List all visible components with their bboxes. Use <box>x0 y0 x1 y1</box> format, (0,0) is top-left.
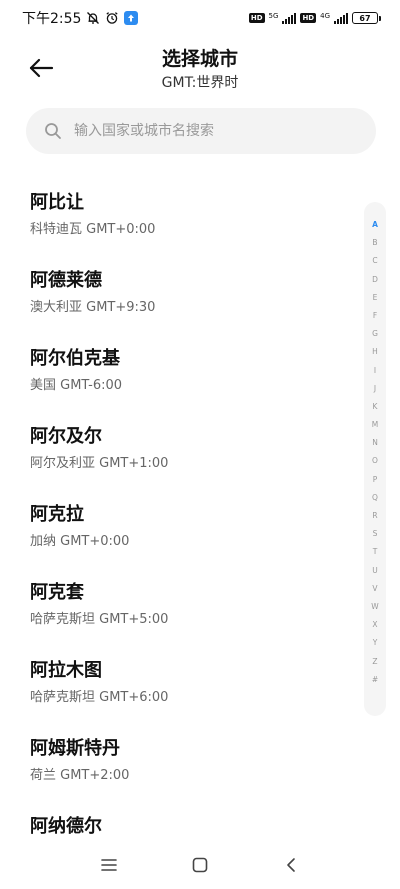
city-name: 阿克套 <box>30 582 84 603</box>
alphabet-index[interactable]: A B C D E F G H I J K M N O P Q R S T U V W X Y Z # <box>364 202 386 716</box>
battery-icon: 67 <box>352 12 381 24</box>
app-notification-icon <box>124 11 139 25</box>
alphabet-letter-b[interactable]: B <box>364 234 386 252</box>
alphabet-letter-w[interactable]: W <box>364 598 386 616</box>
city-item-amsterdam[interactable]: 阿姆斯特丹 荷兰 GMT+2:00 <box>30 734 350 804</box>
alphabet-letter-j[interactable]: J <box>364 380 386 398</box>
network-5g-label: 5G <box>268 12 279 20</box>
alphabet-letter-t[interactable]: T <box>364 543 386 561</box>
city-name: 阿克拉 <box>30 504 84 525</box>
city-detail: 科特迪瓦 GMT+0:00 <box>30 222 156 237</box>
city-name: 阿比让 <box>30 192 84 213</box>
city-detail: 荷兰 GMT+2:00 <box>30 768 130 783</box>
alphabet-letter-h[interactable]: H <box>364 343 386 361</box>
city-detail: 阿尔及利亚 GMT+1:00 <box>30 456 169 471</box>
menu-button[interactable] <box>94 850 124 880</box>
alphabet-letter-f[interactable]: F <box>364 307 386 325</box>
chevron-left-icon <box>287 857 295 872</box>
status-right: HD 5G HD 4G 67 <box>248 12 381 24</box>
alphabet-letter-v[interactable]: V <box>364 580 386 598</box>
header: 选择城市 GMT:世界时 <box>0 36 400 100</box>
signal-strength-icon <box>282 12 297 24</box>
alphabet-letter-u[interactable]: U <box>364 562 386 580</box>
alphabet-letter-x[interactable]: X <box>364 616 386 634</box>
city-name: 阿尔及尔 <box>30 426 102 447</box>
city-name: 阿姆斯特丹 <box>30 738 120 759</box>
city-item-accra[interactable]: 阿克拉 加纳 GMT+0:00 <box>30 500 350 570</box>
alphabet-letter-r[interactable]: R <box>364 507 386 525</box>
city-item-albuquerque[interactable]: 阿尔伯克基 美国 GMT-6:00 <box>30 344 350 414</box>
status-left: 下午2:55 <box>22 8 139 28</box>
navigation-bar <box>0 840 400 889</box>
alphabet-letter-c[interactable]: C <box>364 252 386 270</box>
home-icon <box>192 857 208 872</box>
home-button[interactable] <box>185 850 215 880</box>
city-detail: 加纳 GMT+0:00 <box>30 534 130 549</box>
city-detail: 澳大利亚 GMT+9:30 <box>30 300 156 315</box>
city-item-almaty[interactable]: 阿拉木图 哈萨克斯坦 GMT+6:00 <box>30 656 350 726</box>
city-name: 阿尔伯克基 <box>30 348 120 369</box>
alphabet-letter-k[interactable]: K <box>364 398 386 416</box>
nav-back-button[interactable] <box>276 850 306 880</box>
hd-badge-2: HD <box>300 13 317 23</box>
alphabet-letter-z[interactable]: Z <box>364 653 386 671</box>
mute-bell-icon <box>86 11 100 25</box>
alphabet-letter-d[interactable]: D <box>364 271 386 289</box>
alarm-clock-icon <box>105 11 119 25</box>
city-item-aktau[interactable]: 阿克套 哈萨克斯坦 GMT+5:00 <box>30 578 350 648</box>
city-name: 阿德莱德 <box>30 270 102 291</box>
alphabet-letter-i[interactable]: I <box>364 362 386 380</box>
page-title: 选择城市 <box>161 48 238 70</box>
hd-badge-1: HD <box>248 13 265 23</box>
city-item-anadyr[interactable]: 阿纳德尔 <box>30 812 350 840</box>
alphabet-letter-g[interactable]: G <box>364 325 386 343</box>
alphabet-letter-n[interactable]: N <box>364 434 386 452</box>
alphabet-letter-m[interactable]: M <box>364 416 386 434</box>
city-name: 阿拉木图 <box>30 660 102 681</box>
select-city-screen: 下午2:55 HD 5G HD 4G 67 选择城市 GMT:世界时 输入国家或… <box>0 0 400 889</box>
battery-level: 67 <box>359 13 371 23</box>
alphabet-letter-q[interactable]: Q <box>364 489 386 507</box>
city-detail: 哈萨克斯坦 GMT+6:00 <box>30 690 169 705</box>
status-bar: 下午2:55 HD 5G HD 4G 67 <box>0 0 400 36</box>
alphabet-letter-s[interactable]: S <box>364 525 386 543</box>
search-input[interactable] <box>72 122 356 140</box>
search-box[interactable] <box>26 108 376 154</box>
alphabet-letter-p[interactable]: P <box>364 471 386 489</box>
search-icon <box>44 122 62 140</box>
network-4g-label: 4G <box>320 12 330 20</box>
city-item-abidjan[interactable]: 阿比让 科特迪瓦 GMT+0:00 <box>30 188 350 258</box>
city-name: 阿纳德尔 <box>30 816 102 837</box>
city-detail: 美国 GMT-6:00 <box>30 378 123 393</box>
status-time: 下午2:55 <box>22 11 82 27</box>
page-subtitle: GMT:世界时 <box>161 75 239 91</box>
alphabet-letter-e[interactable]: E <box>364 289 386 307</box>
menu-icon <box>101 858 117 871</box>
city-detail: 哈萨克斯坦 GMT+5:00 <box>30 612 169 627</box>
alphabet-letter-y[interactable]: Y <box>364 634 386 652</box>
city-item-adelaide[interactable]: 阿德莱德 澳大利亚 GMT+9:30 <box>30 266 350 336</box>
alphabet-letter-hash[interactable]: # <box>364 671 386 689</box>
alphabet-letter-o[interactable]: O <box>364 452 386 470</box>
city-list: 阿比让 科特迪瓦 GMT+0:00 阿德莱德 澳大利亚 GMT+9:30 阿尔伯… <box>0 160 360 840</box>
signal-strength-icon-2 <box>334 12 348 24</box>
alphabet-letter-a[interactable]: A <box>364 216 386 234</box>
city-item-algiers[interactable]: 阿尔及尔 阿尔及利亚 GMT+1:00 <box>30 422 350 492</box>
